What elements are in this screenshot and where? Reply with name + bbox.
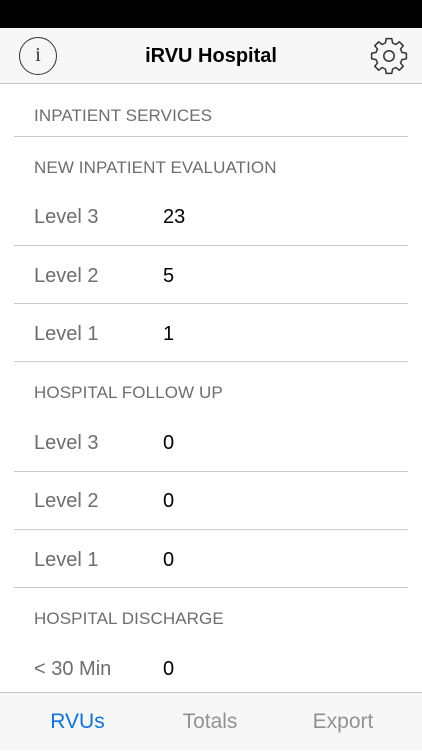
section-header-hospital-follow-up: HOSPITAL FOLLOW UP [34,383,223,402]
row-value[interactable]: 0 [163,549,174,572]
status-bar [0,0,422,28]
group-title: INPATIENT SERVICES [34,106,213,125]
row-label: Level 2 [34,265,99,287]
divider [14,471,408,472]
row-label: Level 2 [34,490,99,512]
divider [14,136,408,137]
gear-icon[interactable] [369,36,409,76]
row-label: < 30 Min [34,658,112,680]
divider [14,529,408,530]
row-value[interactable]: 5 [163,265,174,288]
row-label: Level 3 [34,206,99,228]
divider [14,303,408,304]
navigation-bar: i iRVU Hospital [0,28,422,84]
divider [14,245,408,246]
row-value[interactable]: 1 [163,323,174,346]
divider [14,361,408,362]
row-value[interactable]: 0 [163,658,174,681]
row-value[interactable]: 0 [163,490,174,513]
section-header-hospital-discharge: HOSPITAL DISCHARGE [34,609,224,628]
row-label: Level 3 [34,432,99,454]
row-label: Level 1 [34,323,99,345]
page-title: iRVU Hospital [145,45,277,67]
rvu-list[interactable]: INPATIENT SERVICES NEW INPATIENT EVALUAT… [0,84,422,692]
row-label: Level 1 [34,549,99,571]
tab-export[interactable]: Export [264,693,422,751]
section-header-new-inpatient-evaluation: NEW INPATIENT EVALUATION [34,158,277,177]
row-value[interactable]: 23 [163,206,185,229]
divider [14,587,408,588]
row-value[interactable]: 0 [163,432,174,455]
tab-bar: RVUs Totals Export [0,692,422,750]
